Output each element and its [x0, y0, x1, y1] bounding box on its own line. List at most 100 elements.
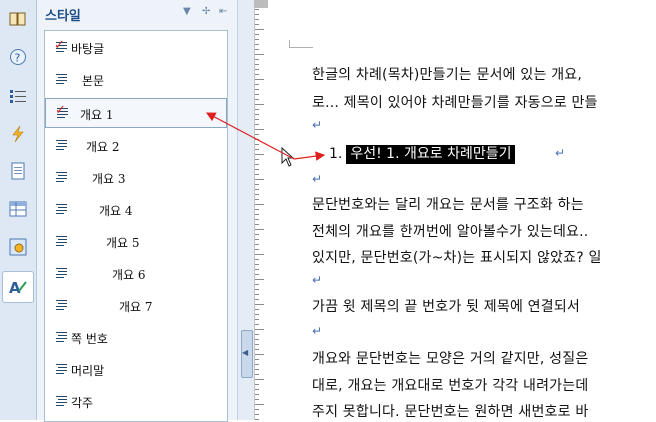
- svg-text:?: ?: [15, 52, 21, 65]
- ruler-tick: [255, 364, 259, 365]
- ruler-tick: [255, 264, 259, 265]
- ruler-tick: [255, 64, 259, 65]
- lightning-icon[interactable]: [6, 123, 30, 145]
- ruler-tick: [255, 139, 259, 140]
- style-item[interactable]: 개요 2: [45, 131, 227, 161]
- style-item-label: 각주: [71, 396, 94, 410]
- ruler-tick: [255, 84, 259, 85]
- collapse-arrow-icon[interactable]: ◀: [242, 348, 248, 357]
- style-item[interactable]: 개요 4: [45, 195, 227, 225]
- ruler-tick: [255, 164, 259, 165]
- ruler-tick: [255, 329, 264, 330]
- ruler-tick: [255, 369, 259, 370]
- style-paragraph-icon: [56, 204, 67, 216]
- ruler-tick: [255, 269, 259, 270]
- ruler-tick: [255, 59, 259, 60]
- style-item-selected[interactable]: ✓ 개요 1: [45, 98, 227, 128]
- style-paragraph-icon: [56, 268, 67, 280]
- ruler-tick: [255, 234, 259, 235]
- ruler-tick: [255, 184, 259, 185]
- style-item-label: 본문: [82, 74, 105, 88]
- style-icon[interactable]: A: [2, 271, 34, 303]
- ruler-tick: [255, 299, 259, 300]
- ruler-tick: [255, 104, 264, 105]
- heading-number: 1.: [329, 146, 343, 162]
- ruler-tick: [255, 74, 259, 75]
- style-item[interactable]: 본문: [45, 65, 227, 95]
- style-item[interactable]: 개요 7: [45, 291, 227, 321]
- book-icon[interactable]: [6, 8, 30, 30]
- style-paragraph-icon: [56, 236, 67, 248]
- style-item[interactable]: 개요 3: [45, 163, 227, 193]
- ruler-tick: [255, 54, 264, 55]
- svg-text:A: A: [9, 279, 21, 296]
- style-item-label: 개요 5: [106, 236, 140, 250]
- style-item[interactable]: ✓ 바탕글: [45, 33, 227, 63]
- doc-line: 있지만, 문단번호(가~차)는 표시되지 않았죠? 일: [312, 250, 602, 266]
- selected-heading-text[interactable]: 우선! 1. 개요로 차례만들기: [346, 145, 516, 164]
- ruler-tick: [255, 239, 259, 240]
- numbered-list-icon[interactable]: [6, 85, 30, 107]
- ruler-tick: [255, 389, 259, 390]
- paragraph-mark: ↵: [312, 118, 323, 132]
- doc-line: 전체의 개요를 한꺼번에 알아볼수가 있는데요..: [312, 224, 589, 240]
- style-item[interactable]: 개요 5: [45, 227, 227, 257]
- ruler-tick: [255, 324, 259, 325]
- ruler-tick: [255, 214, 259, 215]
- style-item-label: 개요 2: [86, 140, 120, 154]
- ruler-tick: [255, 414, 259, 415]
- ruler-tick: [255, 319, 259, 320]
- dropdown-icon[interactable]: ▼: [183, 6, 191, 17]
- style-item[interactable]: 머리말: [45, 355, 227, 385]
- doc-line: 한글의 차례(목차)만들기는 문서에 있는 개요,: [312, 67, 583, 83]
- settings-icon[interactable]: [6, 236, 30, 258]
- pin-icon[interactable]: ✢: [202, 6, 210, 17]
- ruler-tick: [255, 284, 259, 285]
- page-icon[interactable]: [6, 160, 30, 182]
- ruler-tick: [255, 189, 259, 190]
- ruler-tick: [255, 289, 259, 290]
- ruler-tick: [255, 49, 259, 50]
- ruler-tick: [255, 44, 259, 45]
- ruler-tick: [255, 399, 259, 400]
- ruler-tick: [255, 374, 259, 375]
- table-icon[interactable]: [6, 198, 30, 220]
- document-area[interactable]: 한글의 차례(목차)만들기는 문서에 있는 개요, 로... 제목이 있어야 차…: [269, 0, 656, 420]
- ruler-tick: [255, 69, 259, 70]
- ruler-tick: [255, 334, 259, 335]
- ruler-tick: [255, 194, 259, 195]
- ruler-tick: [255, 244, 259, 245]
- ruler-tick: [255, 79, 264, 80]
- heading-line[interactable]: 1. 우선! 1. 개요로 차례만들기: [329, 143, 516, 164]
- doc-line: 로... 제목이 있어야 차례만들기를 자동으로 만들: [312, 95, 598, 111]
- style-item-label: 개요 3: [92, 172, 126, 186]
- style-item[interactable]: 쪽 번호: [45, 323, 227, 353]
- ruler-tick: [255, 179, 264, 180]
- style-paragraph-icon: [56, 364, 67, 376]
- ruler-tick: [255, 294, 259, 295]
- collapse-icon[interactable]: ⇤: [219, 6, 227, 17]
- ruler-tick: [255, 359, 259, 360]
- style-item[interactable]: 각주: [45, 387, 227, 417]
- style-item-label: 개요 6: [112, 268, 146, 282]
- ruler-tick: [255, 154, 264, 155]
- ruler-tick: [255, 134, 259, 135]
- ruler-tick: [255, 144, 259, 145]
- ruler-tick: [255, 199, 259, 200]
- style-paragraph-icon: [56, 300, 67, 312]
- ruler-tick: [255, 24, 259, 25]
- style-item-label: 개요 7: [119, 300, 153, 314]
- ruler-tick: [255, 99, 259, 100]
- ruler-tick: [255, 349, 259, 350]
- ruler-tick: [255, 224, 259, 225]
- style-item-label: 개요 4: [99, 204, 133, 218]
- ruler-tick: [255, 209, 259, 210]
- panel-splitter[interactable]: ◀: [237, 0, 254, 420]
- ruler-tick: [255, 9, 259, 10]
- panel-title: 스타일: [45, 9, 81, 24]
- help-icon[interactable]: ?: [6, 46, 30, 68]
- ruler-tick: [255, 379, 264, 380]
- style-item[interactable]: 개요 6: [45, 259, 227, 289]
- doc-line: 개요와 문단번호는 모양은 거의 같지만, 성질은: [312, 351, 589, 367]
- style-item-label: 바탕글: [71, 42, 105, 56]
